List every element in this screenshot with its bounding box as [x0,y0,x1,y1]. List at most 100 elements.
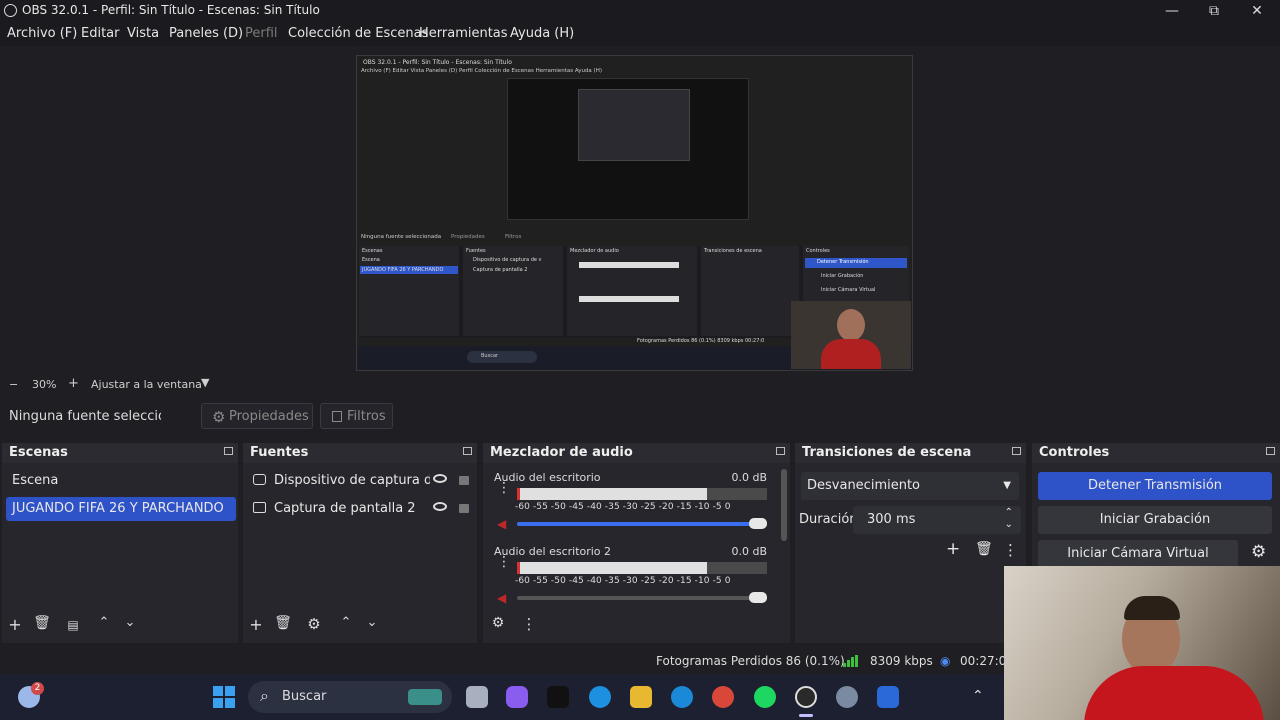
volume-slider-knob[interactable] [749,518,767,529]
add-transition-icon[interactable]: + [946,539,960,559]
source-item[interactable]: Captura de pantalla 2 [253,497,475,521]
close-button[interactable]: ✕ [1237,1,1277,21]
skype-icon[interactable] [589,686,611,708]
preview-props: Propiedades [451,234,485,240]
properties-button[interactable]: ⚙ Propiedades [201,403,313,429]
channel-menu-icon[interactable]: ⋮ [497,481,511,495]
chrome-icon[interactable] [712,686,734,708]
popout-icon[interactable] [1266,447,1275,455]
program-preview[interactable]: OBS 32.0.1 - Perfil: Sin Título - Escena… [356,55,913,371]
add-scene-icon[interactable]: + [6,615,24,634]
visibility-eye-icon[interactable] [433,502,447,511]
popout-icon[interactable] [224,447,233,455]
edge-icon[interactable] [671,686,693,708]
preview-controls-header: Controles [806,248,830,254]
filters-button[interactable]: Filtros [320,403,393,429]
menu-vista[interactable]: Vista [127,26,159,41]
speaker-icon[interactable]: ◀ [497,517,506,531]
zoom-in-button[interactable]: + [68,376,79,391]
preview-webcam-shirt [821,339,881,369]
obs-taskbar-icon[interactable] [795,686,817,708]
decrement-icon[interactable]: ⌄ [1005,519,1013,530]
menu-coleccion-escenas[interactable]: Colección de Escenas [288,26,428,41]
volume-slider[interactable] [517,518,767,529]
preview-filters: Filtros [505,234,522,240]
scenes-title: Escenas [9,445,68,460]
mixer-menu-icon[interactable]: ⋮ [520,615,538,633]
start-virtual-camera-button[interactable]: Iniciar Cámara Virtual [1038,540,1238,568]
preview-search-text: Buscar [481,353,499,359]
settings-icon[interactable] [836,686,858,708]
filters-scene-icon[interactable]: ▤ [64,618,82,632]
transition-menu-icon[interactable]: ⋮ [1003,541,1018,559]
channel-name: Audio del escritorio 2 [494,545,612,558]
zoom-bar: − 30% + Ajustar a la ventana ▼ [0,376,1280,394]
camera-icon [253,474,266,485]
move-up-icon[interactable]: ⌃ [95,615,113,630]
preview-vcam-label: Iniciar Cámara Virtual [821,287,876,293]
move-down-icon[interactable]: ⌄ [121,615,139,630]
move-down-icon[interactable]: ⌄ [363,615,381,630]
meter-ticks: -60 -55 -50 -45 -40 -35 -30 -25 -20 -15 … [515,576,731,586]
restore-button[interactable]: ⧉ [1194,1,1234,21]
scene-item-selected[interactable]: JUGANDO FIFA 26 Y PARCHANDO [6,497,236,521]
channel-menu-icon[interactable]: ⋮ [497,555,511,569]
mixer-channel: Audio del escritorio 0.0 dB ⋮ -60 -55 -5… [489,471,771,541]
menu-herramientas[interactable]: Herramientas [419,26,508,41]
menu-editar[interactable]: Editar [81,26,120,41]
file-explorer-icon[interactable] [630,686,652,708]
task-view-icon[interactable] [466,686,488,708]
add-source-icon[interactable]: + [247,615,265,634]
source-toolbar: Ninguna fuente seleccionad ⚙ Propiedades… [0,398,1280,436]
move-up-icon[interactable]: ⌃ [337,615,355,630]
zoom-dropdown-icon[interactable]: ▼ [201,376,209,389]
mixer-scrollbar[interactable] [781,469,787,541]
sources-dock: Fuentes Dispositivo de captura de v Capt… [243,443,477,643]
remove-transition-icon[interactable]: 🗑 [975,541,993,557]
remove-source-icon[interactable]: 🗑 [274,615,292,631]
scene-item[interactable]: Escena [6,469,236,493]
mixer-dock-header: Mezclador de audio [483,443,790,463]
source-properties-icon[interactable]: ⚙ [305,615,323,633]
spotify-icon[interactable] [754,686,776,708]
lock-icon[interactable] [459,504,469,513]
preview-scenes-header: Escenas [362,248,383,254]
webcam-overlay [1004,566,1280,720]
windows-start-icon[interactable] [213,686,235,708]
increment-icon[interactable]: ⌃ [1005,507,1013,518]
transition-select[interactable]: Desvanecimiento ▼ [801,472,1019,500]
menu-ayuda[interactable]: Ayuda (H) [510,26,574,41]
virtual-camera-settings-icon[interactable]: ⚙ [1251,542,1266,562]
app-icon[interactable] [877,686,899,708]
copilot-icon[interactable] [506,686,528,708]
visibility-eye-icon[interactable] [433,474,447,483]
volume-meter [517,562,767,574]
preview-meter-1 [579,262,679,268]
tiktok-icon[interactable] [547,686,569,708]
meter-ticks: -60 -55 -50 -45 -40 -35 -30 -25 -20 -15 … [515,502,731,512]
zoom-out-button[interactable]: − [9,378,18,391]
stop-streaming-button[interactable]: Detener Transmisión [1038,472,1272,500]
duration-input[interactable]: 300 ms ⌃ ⌄ [853,506,1021,534]
volume-slider-knob[interactable] [749,592,767,603]
volume-slider-fill [517,522,767,526]
remove-scene-icon[interactable]: 🗑 [33,615,51,631]
start-recording-button[interactable]: Iniciar Grabación [1038,506,1272,534]
minimize-button[interactable]: — [1152,1,1192,21]
show-hidden-icons-icon[interactable]: ⌃ [972,688,984,704]
lock-icon[interactable] [459,476,469,485]
menu-perfil[interactable]: Perfil [245,26,278,41]
advanced-audio-icon[interactable]: ⚙ [489,615,507,631]
preview-menu: Archivo (F) Editar Vista Paneles (D) Per… [361,68,602,74]
menu-archivo[interactable]: Archivo (F) [7,26,77,41]
source-item[interactable]: Dispositivo de captura de v [253,469,475,493]
popout-icon[interactable] [463,447,472,455]
menu-paneles[interactable]: Paneles (D) [169,26,243,41]
taskbar-search[interactable]: ⌕ Buscar [248,681,452,713]
volume-slider[interactable] [517,592,767,603]
popout-icon[interactable] [1012,447,1021,455]
signal-bars-icon [843,655,858,667]
speaker-icon[interactable]: ◀ [497,591,506,605]
popout-icon[interactable] [776,447,785,455]
fit-to-window-label[interactable]: Ajustar a la ventana [91,378,202,391]
